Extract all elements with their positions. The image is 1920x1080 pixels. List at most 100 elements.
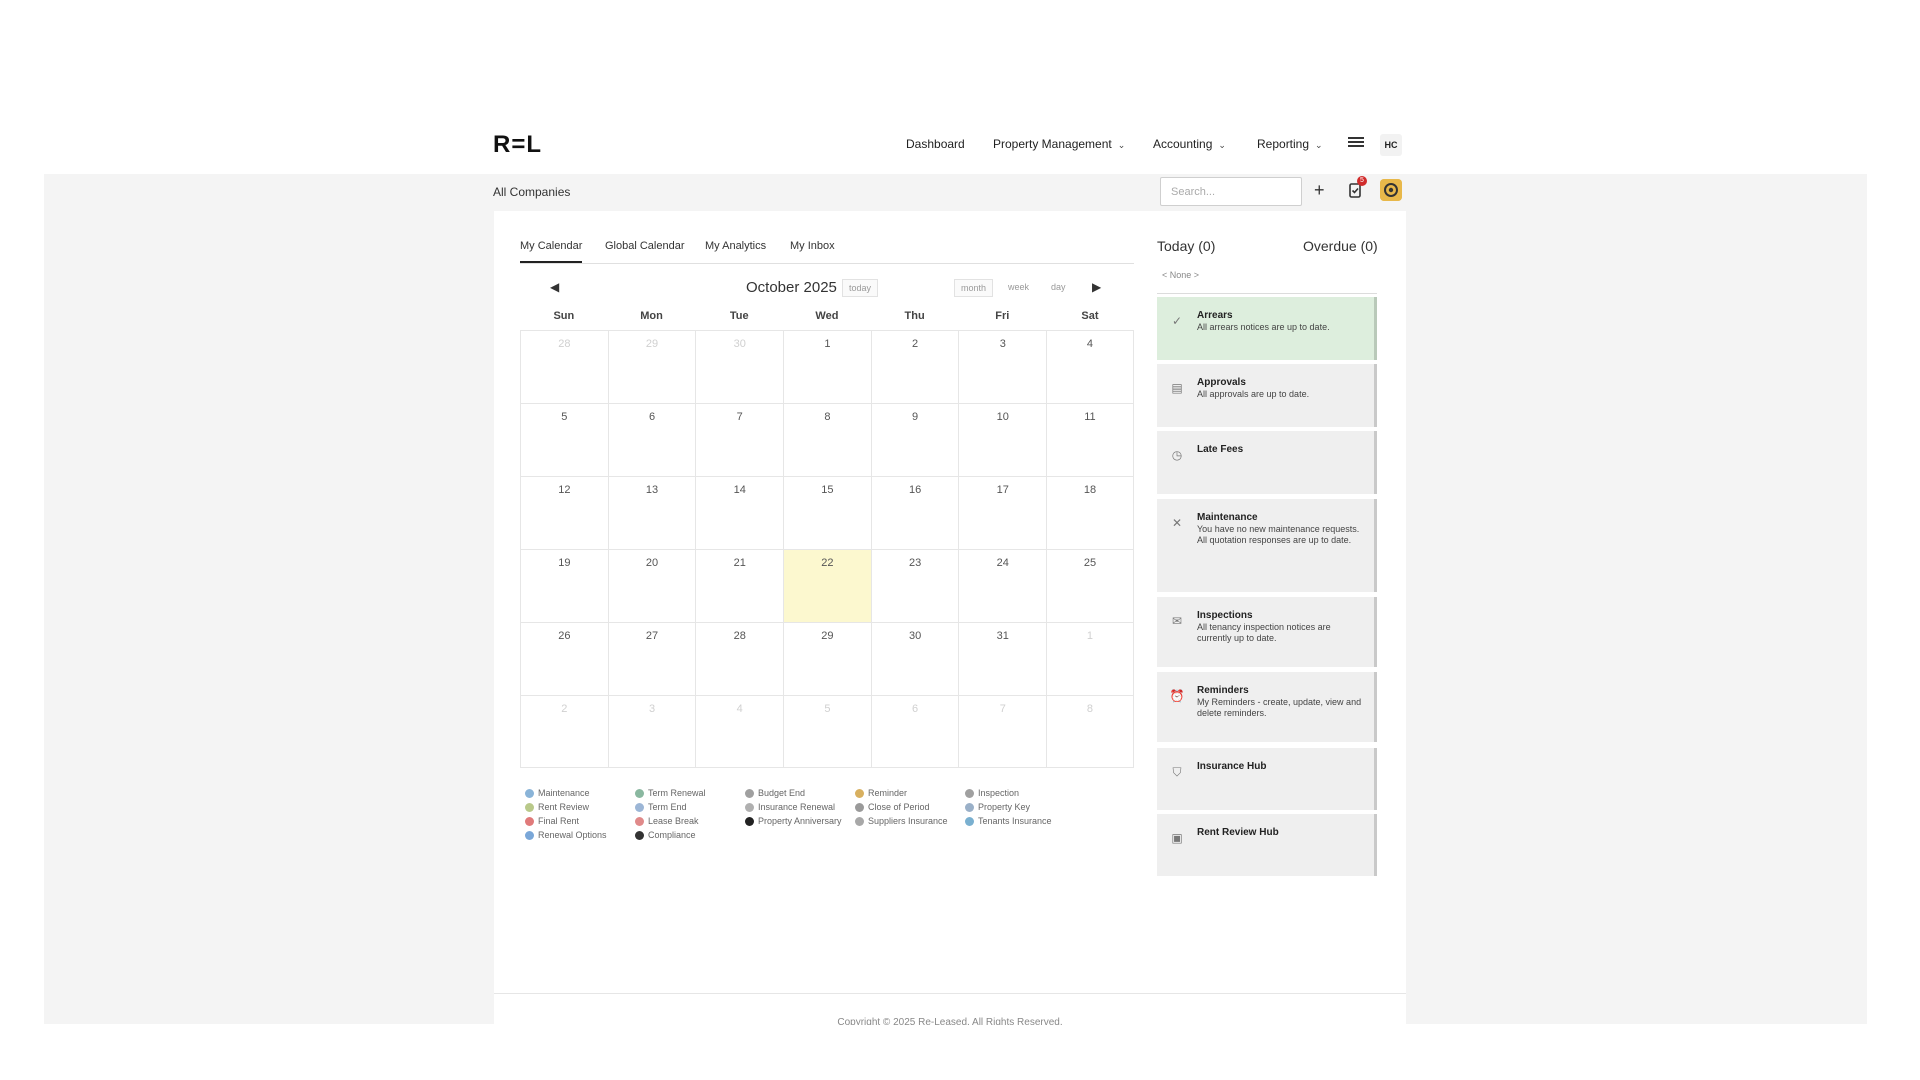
logo[interactable]: R=L	[493, 131, 542, 159]
nav-accounting-label: Accounting	[1153, 137, 1213, 151]
task-card-late-fees[interactable]: ◷ Late Fees	[1157, 431, 1377, 494]
calendar-day[interactable]: 19	[520, 550, 608, 622]
calendar-day[interactable]: 4	[695, 696, 783, 767]
month-view-button[interactable]: month	[954, 279, 994, 297]
legend-check-icon	[965, 816, 974, 826]
nav-dashboard[interactable]: Dashboard	[906, 137, 965, 151]
calendar-day[interactable]: 25	[1046, 550, 1134, 622]
legend-item: Inspection	[965, 786, 1052, 800]
legend-check-icon	[965, 802, 974, 812]
nav-accounting[interactable]: Accounting ⌄	[1153, 137, 1226, 151]
legend-column: Inspection Property Key Tenants Insurance	[965, 786, 1052, 828]
legend-label: Term Renewal	[648, 788, 706, 798]
legend-check-icon	[855, 816, 864, 826]
today-button[interactable]: today	[842, 279, 879, 297]
weekday-header: Thu	[904, 310, 925, 322]
today-tab[interactable]: Today (0)	[1157, 238, 1215, 254]
calendar-day[interactable]: 14	[695, 477, 783, 549]
overdue-tab[interactable]: Overdue (0)	[1303, 238, 1378, 254]
calendar-day[interactable]: 8	[783, 404, 871, 476]
calendar-day[interactable]: 5	[520, 404, 608, 476]
calendar-day[interactable]: 31	[958, 623, 1046, 695]
plus-icon[interactable]: +	[1314, 177, 1325, 203]
task-card-title: Reminders	[1197, 685, 1249, 696]
calendar-day[interactable]: 12	[520, 477, 608, 549]
calendar-day[interactable]: 6	[607, 404, 696, 476]
day-view-button[interactable]: day	[1051, 282, 1066, 292]
calendar-day[interactable]: 7	[695, 404, 783, 476]
calendar-day-today[interactable]: 22	[783, 550, 871, 622]
prev-month-icon[interactable]: ◀	[550, 280, 559, 294]
task-card-title: Arrears	[1197, 310, 1233, 321]
menu-icon[interactable]	[1348, 135, 1364, 151]
search-input[interactable]	[1160, 177, 1302, 206]
user-avatar[interactable]: HC	[1380, 134, 1402, 156]
legend-item: Property Key	[965, 800, 1052, 814]
task-card-insurance-hub[interactable]: ⛉ Insurance Hub	[1157, 748, 1377, 810]
calendar-day[interactable]: 27	[607, 623, 696, 695]
calendar-day[interactable]: 29	[783, 623, 871, 695]
task-card-reminders[interactable]: ⏰ Reminders My Reminders - create, update,…	[1157, 672, 1377, 742]
company-selector[interactable]: All Companies	[493, 185, 570, 199]
calendar-day[interactable]: 11	[1046, 404, 1134, 476]
task-card-arrears[interactable]: ✓ Arrears All arrears notices are up to da…	[1157, 297, 1377, 360]
calendar-day[interactable]: 13	[607, 477, 696, 549]
calendar-day[interactable]: 26	[520, 623, 608, 695]
calendar-day[interactable]: 2	[870, 331, 959, 403]
calendar-day[interactable]: 15	[783, 477, 871, 549]
calendar-day[interactable]: 2	[520, 696, 608, 767]
chevron-down-icon: ⌄	[1218, 140, 1226, 150]
tab-my-calendar[interactable]: My Calendar	[520, 240, 583, 263]
today-empty-label: < None >	[1162, 270, 1200, 280]
calendar-day[interactable]: 1	[783, 331, 871, 403]
legend-item: Final Rent	[525, 814, 607, 828]
task-card-approvals[interactable]: ▤ Approvals All approvals are up to date.	[1157, 364, 1377, 427]
legend-item: Maintenance	[525, 786, 607, 800]
calendar-day[interactable]: 29	[607, 331, 696, 403]
calendar-day[interactable]: 4	[1046, 331, 1134, 403]
calendar-day[interactable]: 30	[695, 331, 783, 403]
calendar-day[interactable]: 23	[870, 550, 959, 622]
nav-property-management[interactable]: Property Management ⌄	[993, 137, 1125, 151]
task-card-description: You have no new maintenance requests. Al…	[1197, 524, 1360, 545]
calendar-day[interactable]: 30	[870, 623, 959, 695]
chevron-down-icon: ⌄	[1315, 140, 1323, 150]
next-month-icon[interactable]: ▶	[1092, 280, 1101, 294]
calendar-day[interactable]: 24	[958, 550, 1046, 622]
calendar-day[interactable]: 9	[870, 404, 959, 476]
legend-item: Tenants Insurance	[965, 814, 1052, 828]
task-card-inspections[interactable]: ✉ Inspections All tenancy inspection notic…	[1157, 597, 1377, 667]
calendar-header: ◀ October 2025 today month week day ▶	[520, 276, 1134, 302]
weekday-header: Tue	[729, 310, 749, 322]
nav-reporting[interactable]: Reporting ⌄	[1257, 137, 1323, 151]
task-card-maintenance[interactable]: ✕ Maintenance You have no new maintenance …	[1157, 499, 1377, 592]
calendar-day[interactable]: 17	[958, 477, 1046, 549]
calendar-day[interactable]: 10	[958, 404, 1046, 476]
calendar-day[interactable]: 8	[1046, 696, 1134, 767]
calendar-day[interactable]: 28	[520, 331, 608, 403]
chevron-down-icon: ⌄	[1117, 140, 1126, 150]
calendar-day[interactable]: 21	[695, 550, 783, 622]
calendar-day[interactable]: 6	[870, 696, 959, 767]
tab-my-inbox[interactable]: My Inbox	[790, 240, 835, 261]
calendar-day[interactable]: 7	[958, 696, 1046, 767]
task-card-rent-review-hub[interactable]: ▣ Rent Review Hub	[1157, 814, 1377, 876]
alarm-clock-icon: ⏰	[1169, 689, 1185, 703]
calendar-day[interactable]: 3	[958, 331, 1046, 403]
calendar-week-row: 28 29 30 1 2 3 4	[520, 330, 1134, 403]
tab-global-calendar[interactable]: Global Calendar	[605, 240, 685, 261]
calendar-day[interactable]: 1	[1046, 623, 1134, 695]
calendar-day[interactable]: 28	[695, 623, 783, 695]
task-card-title: Late Fees	[1197, 444, 1244, 455]
calendar-legend: Maintenance Rent Review Final Rent Renewal …	[525, 786, 1125, 846]
task-card-description: My Reminders - create, update, view and …	[1197, 697, 1362, 718]
calendar-day[interactable]: 5	[783, 696, 871, 767]
calendar-day[interactable]: 20	[607, 550, 696, 622]
settings-gear-icon[interactable]	[1380, 179, 1402, 201]
calendar-day[interactable]: 16	[870, 477, 959, 549]
calendar-day[interactable]: 3	[607, 696, 696, 767]
calendar-day[interactable]: 18	[1046, 477, 1134, 549]
tab-my-analytics[interactable]: My Analytics	[705, 240, 766, 261]
legend-check-icon	[965, 788, 974, 798]
week-view-button[interactable]: week	[1008, 282, 1029, 292]
